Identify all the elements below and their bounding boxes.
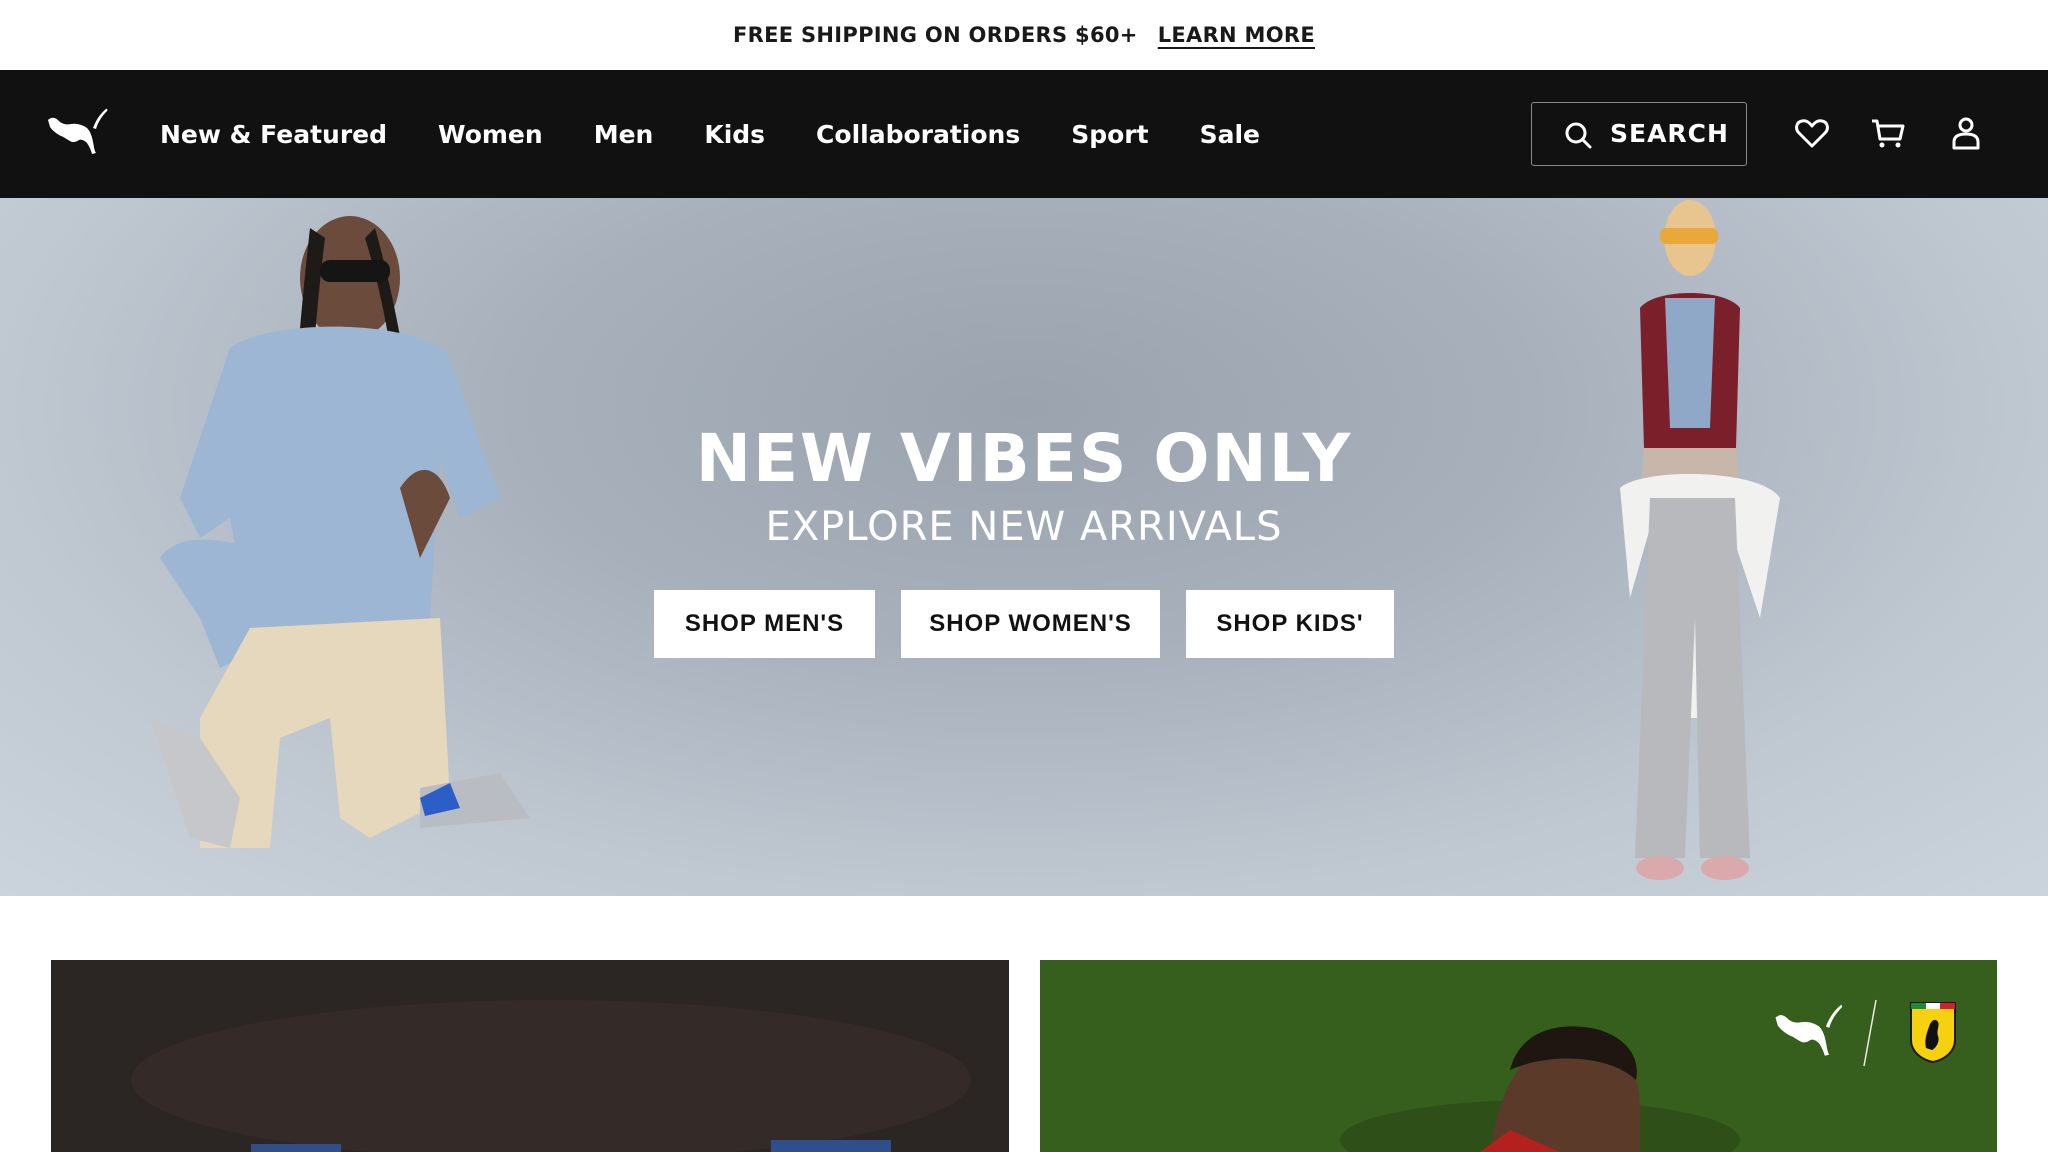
search-button[interactable]: SEARCH xyxy=(1531,102,1747,166)
ferrari-puma-promo-photo xyxy=(1040,960,1997,1152)
heart-icon[interactable] xyxy=(1793,114,1831,152)
nav-item-kids[interactable]: Kids xyxy=(704,120,765,149)
search-label: SEARCH xyxy=(1610,119,1729,148)
dark-promo-photo xyxy=(51,960,1009,1152)
main-menu: New & Featured Women Men Kids Collaborat… xyxy=(160,70,1260,198)
shop-kids-button[interactable]: SHOP KIDS' xyxy=(1186,590,1394,658)
ferrari-shield-icon xyxy=(1910,1002,1956,1064)
shop-womens-button[interactable]: SHOP WOMEN'S xyxy=(901,590,1160,658)
promo-card-right[interactable] xyxy=(1040,960,1997,1152)
nav-item-men[interactable]: Men xyxy=(594,120,654,149)
promo-text: FREE SHIPPING ON ORDERS $60+ xyxy=(732,23,1138,47)
user-icon[interactable] xyxy=(1947,114,1985,152)
main-nav: New & Featured Women Men Kids Collaborat… xyxy=(0,70,2048,198)
puma-logo-icon[interactable] xyxy=(46,106,108,156)
hero-title: NEW VIBES ONLY xyxy=(695,420,1353,497)
nav-item-new-featured[interactable]: New & Featured xyxy=(160,120,387,149)
cart-icon[interactable] xyxy=(1869,114,1907,152)
shop-mens-button[interactable]: SHOP MEN'S xyxy=(654,590,875,658)
promo-bar: FREE SHIPPING ON ORDERS $60+ LEARN MORE xyxy=(0,0,2048,70)
divider-slash xyxy=(1863,999,1877,1067)
nav-item-women[interactable]: Women xyxy=(438,120,543,149)
nav-item-collaborations[interactable]: Collaborations xyxy=(816,120,1020,149)
promo-card-left[interactable] xyxy=(51,960,1009,1152)
nav-item-sale[interactable]: Sale xyxy=(1200,120,1260,149)
hero-banner[interactable]: NEW VIBES ONLY EXPLORE NEW ARRIVALS SHOP… xyxy=(0,198,2048,896)
hero-button-group: SHOP MEN'S SHOP WOMEN'S SHOP KIDS' xyxy=(654,590,1394,658)
nav-item-sport[interactable]: Sport xyxy=(1071,120,1148,149)
puma-logo-icon xyxy=(1775,1005,1843,1056)
search-icon xyxy=(1565,122,1592,149)
hero-subtitle: EXPLORE NEW ARRIVALS xyxy=(765,504,1283,550)
learn-more-link[interactable]: LEARN MORE xyxy=(1158,23,1315,47)
